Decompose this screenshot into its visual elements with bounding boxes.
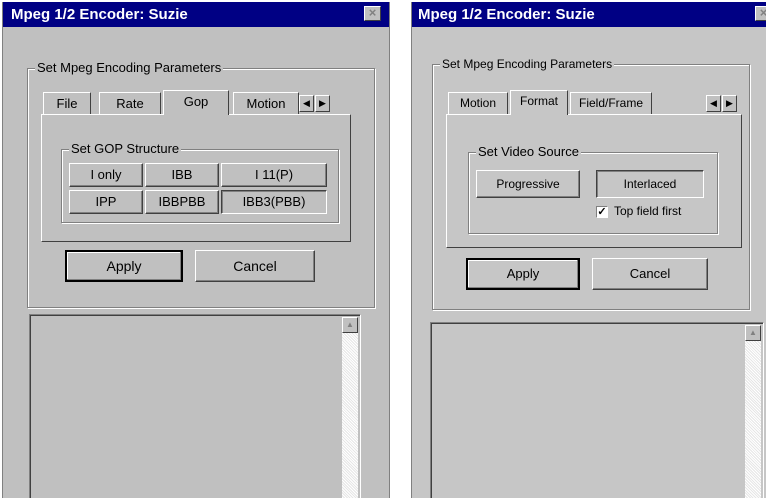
gop-structure-label: Set GOP Structure (69, 141, 182, 157)
button-label: Apply (506, 266, 540, 281)
button-label: IPP (95, 194, 117, 209)
encoder-window-left: Mpeg 1/2 Encoder: Suzie × Set Mpeg Encod… (2, 2, 390, 498)
apply-button[interactable]: Apply (466, 258, 580, 290)
vertical-scrollbar[interactable]: ▲ (342, 317, 358, 498)
tab-label: Rate (116, 96, 144, 111)
button-label: Cancel (233, 258, 277, 274)
video-source-label: Set Video Source (476, 144, 581, 160)
cancel-button[interactable]: Cancel (195, 250, 315, 282)
button-label: Interlaced (623, 177, 677, 191)
encoding-parameters-label: Set Mpeg Encoding Parameters (35, 60, 224, 76)
gop-i-only-button[interactable]: I only (69, 163, 143, 187)
tab-motion[interactable]: Motion (233, 92, 299, 114)
tab-label: Motion (459, 96, 497, 110)
tab-gop[interactable]: Gop (163, 90, 229, 115)
top-field-first-label: Top field first (614, 204, 682, 218)
arrow-left-icon: ◀ (303, 98, 310, 108)
arrow-up-icon: ▲ (749, 328, 757, 337)
close-icon: × (368, 5, 377, 20)
arrow-right-icon: ▶ (319, 98, 326, 108)
tab-scroll-left-button[interactable]: ◀ (706, 95, 721, 112)
button-label: IBB3(PBB) (242, 194, 306, 209)
button-label: Cancel (629, 266, 671, 281)
tab-file[interactable]: File (43, 92, 91, 114)
window-title: Mpeg 1/2 Encoder: Suzie (11, 6, 188, 23)
tab-field-frame[interactable]: Field/Frame (570, 92, 652, 114)
tab-label: Format (519, 94, 558, 108)
button-label: I only (90, 167, 122, 182)
window-title: Mpeg 1/2 Encoder: Suzie (418, 6, 595, 23)
tab-label: Field/Frame (578, 96, 643, 110)
top-field-first-checkbox[interactable]: ✓ (596, 206, 608, 218)
tab-scroll-right-button[interactable]: ▶ (315, 95, 330, 112)
tab-label: File (56, 96, 78, 111)
interlaced-button[interactable]: Interlaced (596, 170, 704, 198)
encoder-window-right: Mpeg 1/2 Encoder: Suzie × Set Mpeg Encod… (411, 2, 766, 498)
arrow-right-icon: ▶ (726, 98, 733, 108)
tab-rate[interactable]: Rate (99, 92, 161, 114)
output-list[interactable]: ▲ (430, 322, 764, 498)
title-bar[interactable]: Mpeg 1/2 Encoder: Suzie × (412, 2, 766, 27)
close-button[interactable]: × (364, 6, 381, 21)
arrow-up-icon: ▲ (346, 320, 354, 329)
vertical-scrollbar[interactable]: ▲ (745, 325, 761, 498)
arrow-left-icon: ◀ (710, 98, 717, 108)
button-label: IBBPBB (158, 194, 206, 209)
scroll-up-button[interactable]: ▲ (745, 325, 761, 341)
button-label: Apply (106, 258, 142, 274)
title-bar[interactable]: Mpeg 1/2 Encoder: Suzie × (3, 2, 389, 27)
button-label: Progressive (496, 177, 560, 191)
button-label: I 11(P) (254, 167, 294, 182)
gop-ibb3pbb-button[interactable]: IBB3(PBB) (221, 190, 327, 214)
gop-ibb-button[interactable]: IBB (145, 163, 219, 187)
close-icon: × (760, 5, 766, 20)
cancel-button[interactable]: Cancel (592, 258, 708, 290)
progressive-button[interactable]: Progressive (476, 170, 580, 198)
check-icon: ✓ (597, 206, 607, 218)
scroll-up-button[interactable]: ▲ (342, 317, 358, 333)
encoding-parameters-label: Set Mpeg Encoding Parameters (440, 56, 615, 72)
tab-label: Motion (246, 96, 286, 111)
tab-scroll-left-button[interactable]: ◀ (299, 95, 314, 112)
gop-i11p-button[interactable]: I 11(P) (221, 163, 327, 187)
apply-button[interactable]: Apply (65, 250, 183, 282)
tab-scroll-right-button[interactable]: ▶ (722, 95, 737, 112)
tab-label: Gop (183, 94, 209, 109)
button-label: IBB (171, 167, 193, 182)
tab-motion[interactable]: Motion (448, 92, 508, 114)
close-button[interactable]: × (755, 6, 766, 21)
gop-ibbpbb-button[interactable]: IBBPBB (145, 190, 219, 214)
tab-format[interactable]: Format (510, 90, 568, 115)
output-list[interactable]: ▲ (29, 314, 361, 498)
gop-ipp-button[interactable]: IPP (69, 190, 143, 214)
